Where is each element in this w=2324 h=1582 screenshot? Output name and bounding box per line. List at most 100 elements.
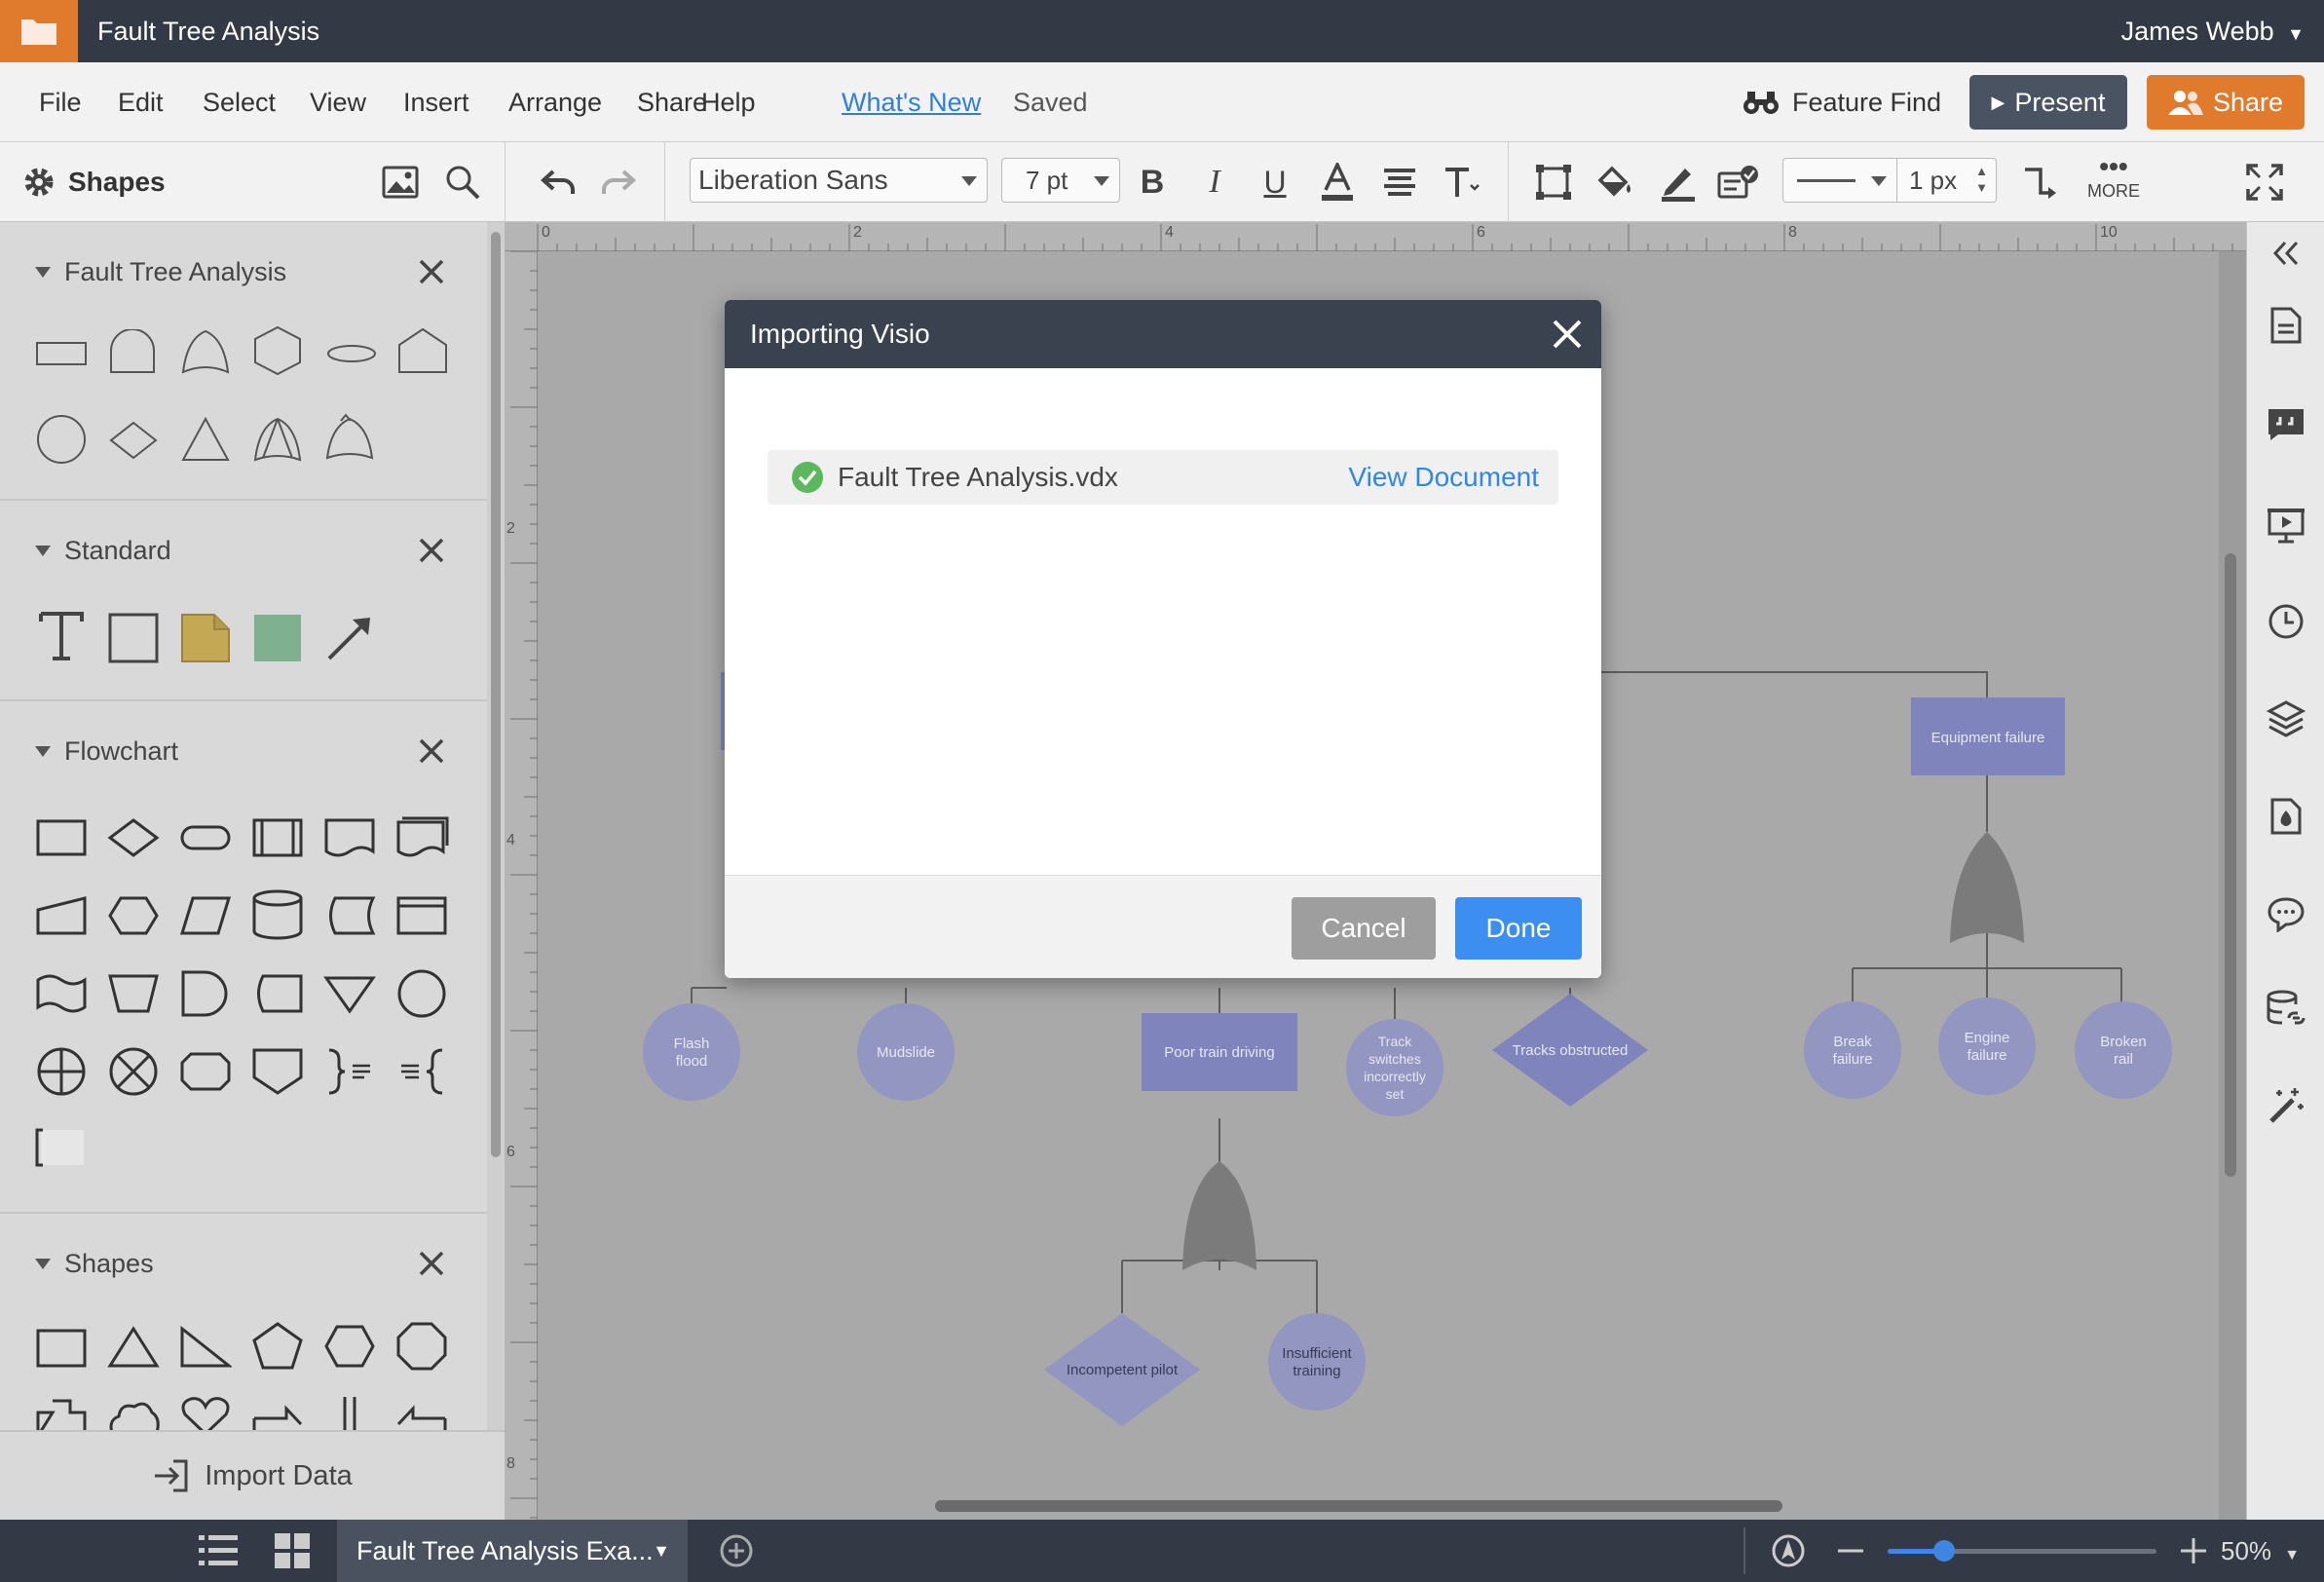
share-button[interactable]: Share bbox=[2147, 75, 2305, 130]
shape-preparation[interactable] bbox=[107, 894, 160, 937]
shape-triangle[interactable] bbox=[179, 415, 232, 464]
shape-off-page[interactable] bbox=[251, 1046, 304, 1097]
section-flowchart-header[interactable]: Flowchart bbox=[0, 717, 487, 785]
document-title[interactable]: Fault Tree Analysis bbox=[97, 0, 319, 62]
whats-new-link[interactable]: What's New bbox=[842, 62, 981, 142]
shape-loop-limit[interactable] bbox=[179, 1050, 232, 1093]
view-document-link[interactable]: View Document bbox=[1348, 462, 1539, 493]
style-options-button[interactable] bbox=[1714, 158, 1763, 207]
font-size-select[interactable]: 7 pt bbox=[1001, 158, 1120, 203]
text-options-button[interactable] bbox=[1438, 158, 1486, 207]
shape-document[interactable] bbox=[323, 816, 376, 859]
shape-house[interactable] bbox=[395, 325, 450, 376]
menu-edit[interactable]: Edit bbox=[118, 62, 164, 142]
left-panel-scrollbar[interactable] bbox=[487, 222, 505, 1520]
redo-button[interactable] bbox=[594, 158, 643, 207]
shape-decision[interactable] bbox=[107, 816, 160, 859]
shape-tape[interactable] bbox=[35, 972, 88, 1015]
shape-process[interactable] bbox=[35, 816, 88, 859]
undo-button[interactable] bbox=[534, 158, 582, 207]
shape-summing-junction[interactable] bbox=[35, 1046, 88, 1097]
bold-button[interactable]: B bbox=[1128, 158, 1177, 207]
fill-color-button[interactable] bbox=[1592, 158, 1640, 207]
shape-or-junction[interactable] bbox=[107, 1046, 160, 1097]
shape-data[interactable] bbox=[179, 894, 232, 937]
menu-insert[interactable]: Insert bbox=[403, 62, 469, 142]
menu-select[interactable]: Select bbox=[203, 62, 276, 142]
text-color-button[interactable] bbox=[1313, 158, 1362, 207]
line-style-select[interactable] bbox=[1782, 158, 1897, 203]
shape-manual-input[interactable] bbox=[35, 894, 88, 937]
text-align-button[interactable] bbox=[1375, 158, 1424, 207]
shape-brace-right[interactable] bbox=[323, 1046, 376, 1097]
shape-and-gate[interactable] bbox=[107, 329, 158, 374]
shape-right-triangle[interactable] bbox=[179, 1325, 232, 1370]
shape-or-gate[interactable] bbox=[179, 329, 232, 374]
shape-block[interactable] bbox=[107, 612, 160, 664]
scroll-thumb[interactable] bbox=[491, 232, 501, 1157]
shape-triangle[interactable] bbox=[107, 1325, 160, 1370]
section-shapes-header[interactable]: Shapes bbox=[0, 1229, 487, 1298]
shape-text[interactable] bbox=[37, 608, 86, 662]
shape-pentagon[interactable] bbox=[251, 1321, 304, 1372]
close-icon[interactable] bbox=[417, 1249, 446, 1278]
page-properties-button[interactable] bbox=[2265, 304, 2307, 347]
shape-heart[interactable] bbox=[179, 1395, 232, 1434]
user-menu[interactable]: James Webb ▼ bbox=[2121, 0, 2305, 62]
underline-button[interactable]: U bbox=[1251, 158, 1299, 207]
shapes-library-button[interactable]: Shapes bbox=[21, 142, 166, 222]
folder-button[interactable] bbox=[0, 0, 78, 62]
cancel-button[interactable]: Cancel bbox=[1292, 897, 1436, 960]
comments-button[interactable] bbox=[2265, 892, 2307, 935]
shape-connector[interactable] bbox=[395, 968, 448, 1019]
shape-arrow-line[interactable] bbox=[323, 612, 376, 664]
shape-circle[interactable] bbox=[35, 413, 88, 466]
page-grid-button[interactable] bbox=[275, 1533, 310, 1573]
font-family-select[interactable]: Liberation Sans bbox=[690, 158, 988, 203]
menu-arrange[interactable]: Arrange bbox=[508, 62, 602, 142]
zoom-level-select[interactable]: 50% ▼ bbox=[2221, 1520, 2300, 1582]
shape-hexagon[interactable] bbox=[251, 325, 304, 376]
section-standard-header[interactable]: Standard bbox=[0, 516, 487, 584]
page-list-button[interactable] bbox=[199, 1533, 238, 1573]
zoom-slider-thumb[interactable] bbox=[1932, 1540, 1955, 1562]
navigate-button[interactable] bbox=[1771, 1533, 1806, 1573]
import-data-button[interactable]: Import Data bbox=[0, 1430, 505, 1520]
present-button[interactable]: ▶ Present bbox=[1969, 75, 2127, 130]
add-page-button[interactable] bbox=[719, 1533, 754, 1573]
revision-history-button[interactable] bbox=[2265, 600, 2307, 643]
menu-file[interactable]: File bbox=[39, 62, 82, 142]
shape-internal-storage[interactable] bbox=[395, 894, 448, 937]
shape-display[interactable] bbox=[251, 972, 304, 1015]
zoom-in-button[interactable] bbox=[2178, 1533, 2209, 1573]
shape-priority-gate[interactable] bbox=[251, 415, 304, 464]
line-width-stepper[interactable]: 1 px ▲ ▼ bbox=[1897, 158, 1997, 203]
shape-manual-operation[interactable] bbox=[107, 972, 160, 1015]
shape-brace-left[interactable] bbox=[395, 1046, 448, 1097]
feature-find-button[interactable]: Feature Find bbox=[1742, 62, 1941, 142]
shape-annotation[interactable] bbox=[35, 1126, 88, 1169]
section-fault-tree-header[interactable]: Fault Tree Analysis bbox=[0, 238, 487, 306]
shape-rectangle[interactable] bbox=[35, 339, 88, 368]
shape-predefined-process[interactable] bbox=[251, 816, 304, 859]
shape-diamond[interactable] bbox=[107, 419, 160, 462]
shape-square[interactable] bbox=[35, 1327, 88, 1370]
zoom-out-button[interactable] bbox=[1835, 1533, 1866, 1573]
zoom-slider[interactable] bbox=[1888, 1540, 2156, 1562]
shape-border-button[interactable] bbox=[1529, 158, 1578, 207]
connector-style-button[interactable] bbox=[2016, 158, 2065, 207]
shape-database[interactable] bbox=[251, 888, 304, 941]
shape-hexagon[interactable] bbox=[323, 1323, 376, 1370]
shape-terminator[interactable] bbox=[179, 820, 232, 855]
insert-image-button[interactable] bbox=[376, 158, 425, 207]
search-shapes-button[interactable] bbox=[438, 158, 487, 207]
shape-stored-data[interactable] bbox=[323, 894, 376, 937]
magic-wand-button[interactable] bbox=[2265, 1083, 2307, 1126]
italic-button[interactable]: I bbox=[1190, 158, 1239, 207]
shape-merge[interactable] bbox=[323, 972, 376, 1015]
fullscreen-button[interactable] bbox=[2240, 158, 2289, 207]
line-color-button[interactable] bbox=[1654, 158, 1703, 207]
comments-quote-button[interactable] bbox=[2265, 403, 2307, 446]
shape-colored-block[interactable] bbox=[251, 612, 304, 664]
more-button[interactable]: ••• MORE bbox=[2086, 152, 2141, 216]
